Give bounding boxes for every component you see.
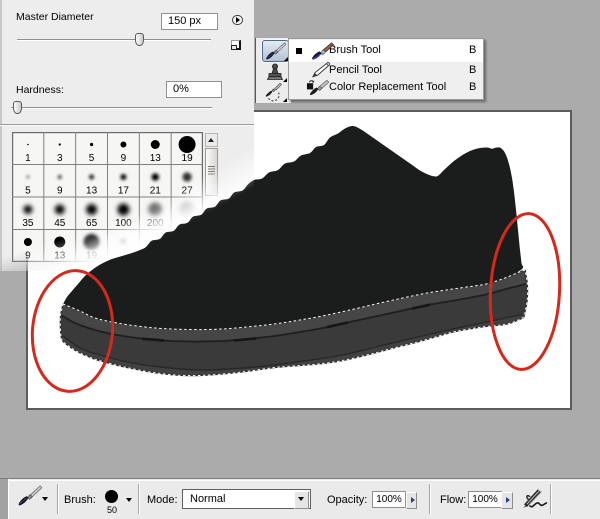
svg-text:100: 100 [115,218,132,229]
svg-text:35: 35 [22,218,34,229]
svg-text:45: 45 [54,218,66,229]
svg-text:19: 19 [182,153,194,164]
svg-text:13: 13 [150,153,162,164]
svg-text:5: 5 [25,186,31,197]
svg-text:9: 9 [57,186,63,197]
svg-text:13: 13 [86,186,98,197]
svg-text:1: 1 [25,153,31,164]
svg-text:17: 17 [118,186,130,197]
svg-text:21: 21 [150,186,162,197]
svg-text:5: 5 [89,153,95,164]
svg-text:13: 13 [54,251,66,262]
svg-text:9: 9 [25,251,31,262]
svg-text:65: 65 [86,218,98,229]
svg-text:9: 9 [121,153,127,164]
svg-text:19: 19 [86,251,98,262]
svg-text:300: 300 [179,218,196,229]
svg-text:3: 3 [57,153,63,164]
svg-text:200: 200 [147,218,164,229]
svg-text:27: 27 [182,186,194,197]
